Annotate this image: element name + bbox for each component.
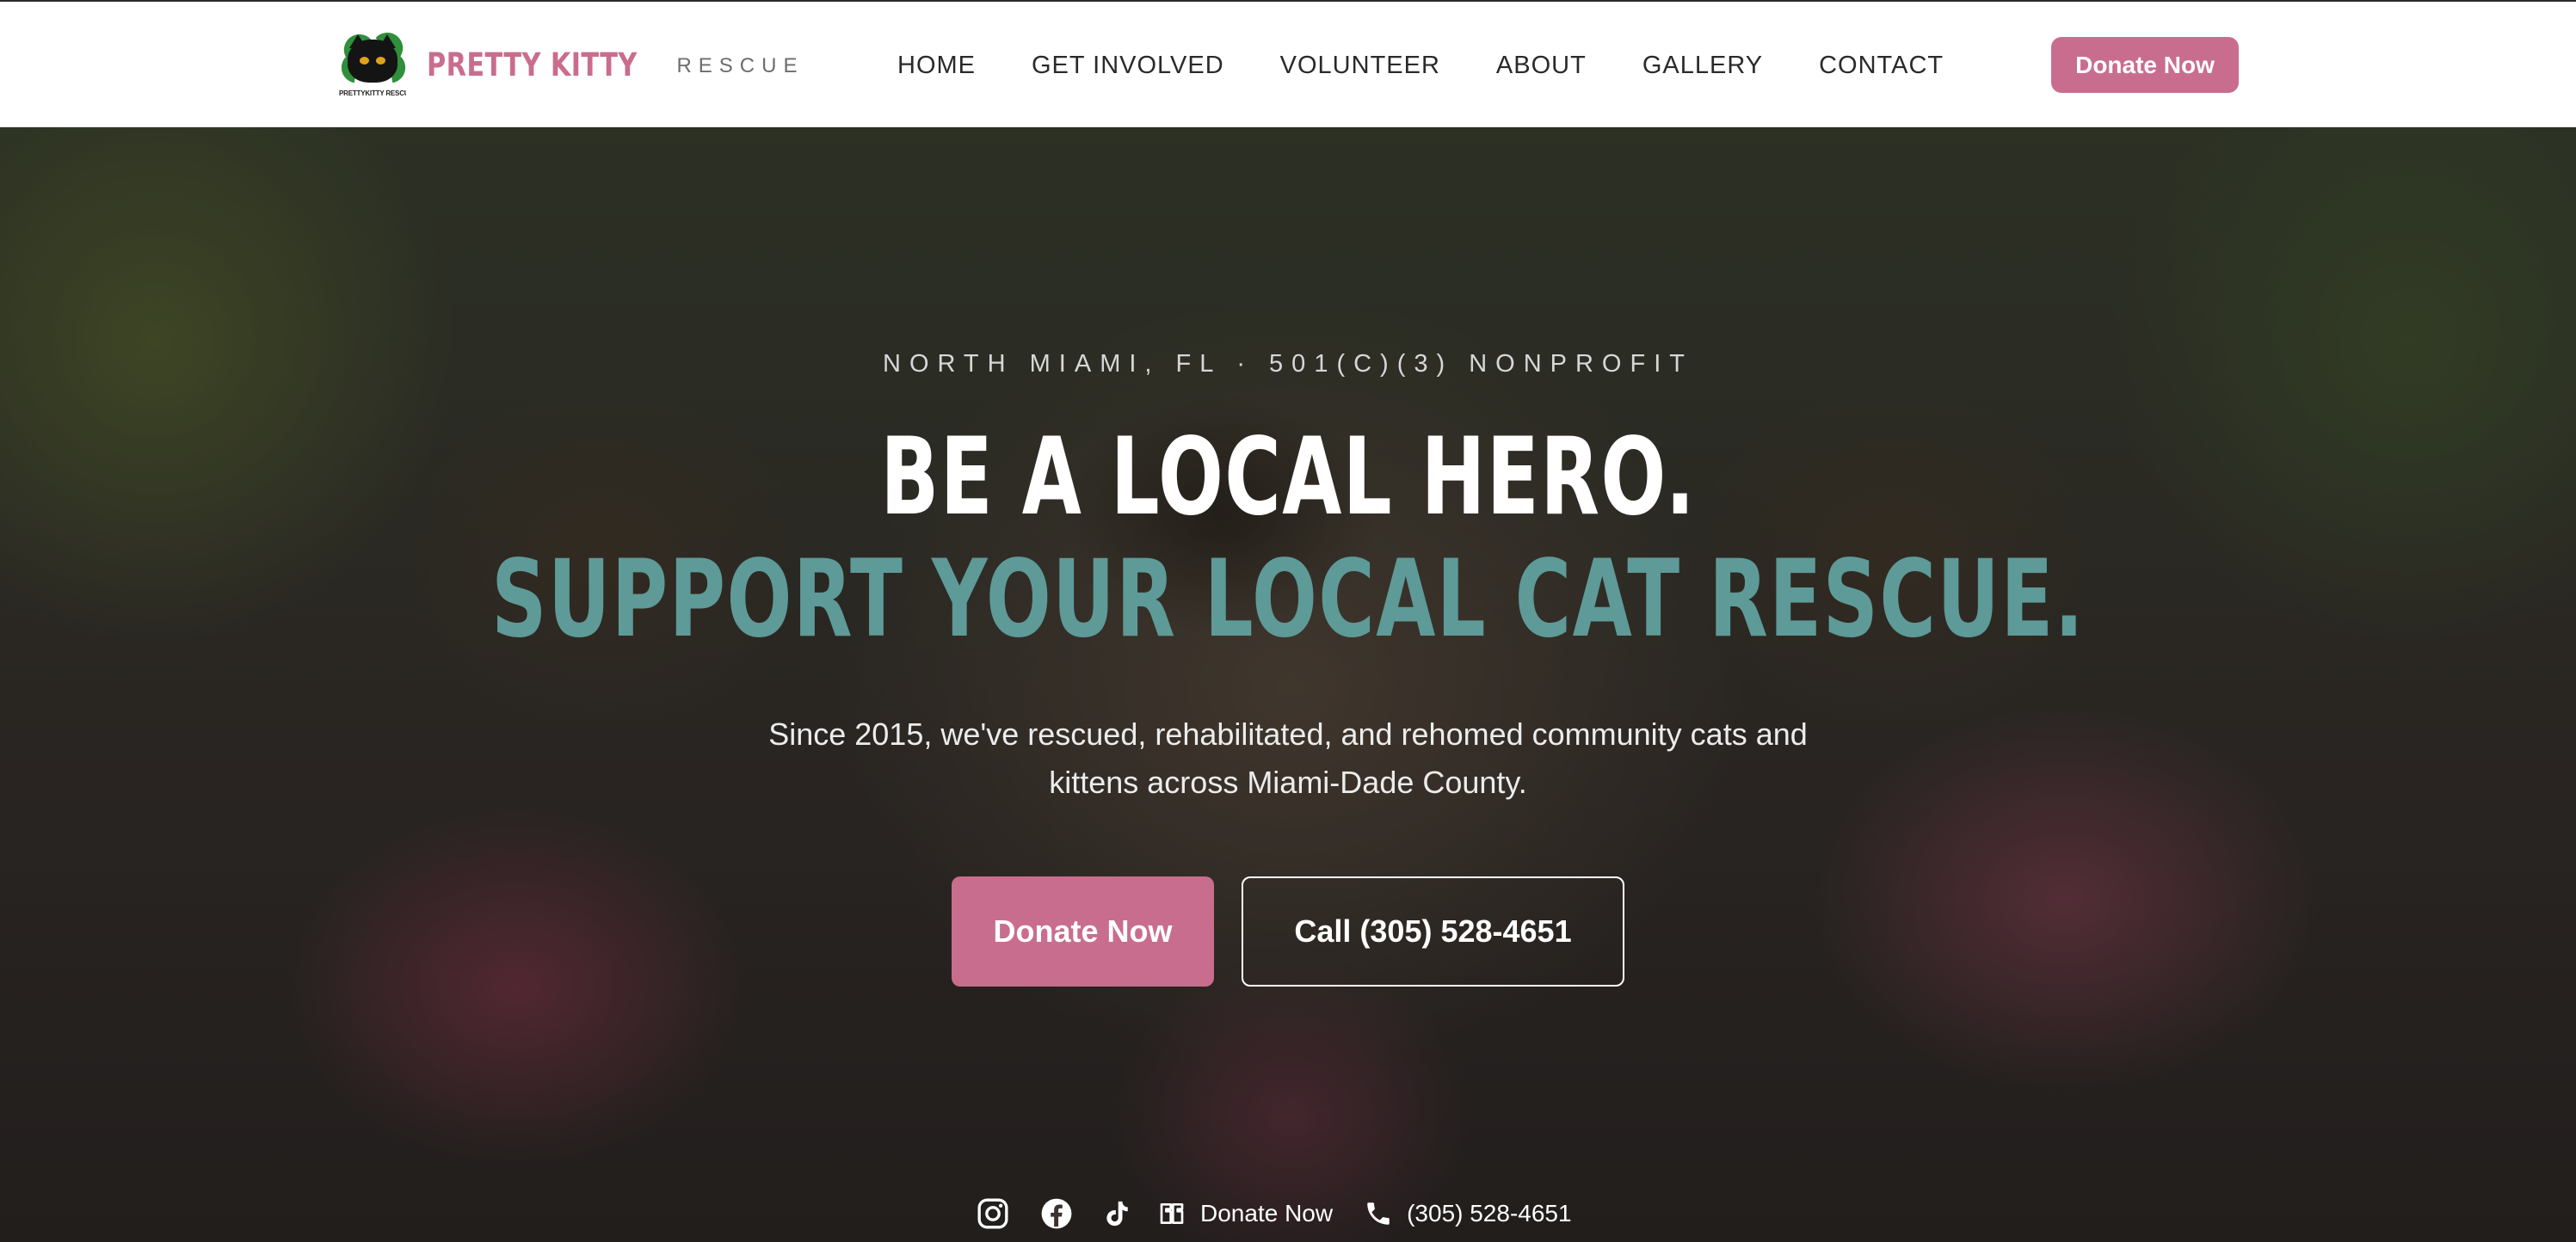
brand-name: PRETTY KITTY xyxy=(427,46,638,83)
facebook-icon[interactable] xyxy=(1038,1196,1075,1232)
main-nav: HOME GET INVOLVED VOLUNTEER ABOUT GALLER… xyxy=(897,48,1944,83)
hero-headline-line-2: SUPPORT YOUR LOCAL CAT RESCUE. xyxy=(0,544,2576,655)
footer-phone-label: (305) 528-4651 xyxy=(1407,1200,1572,1227)
hero-eyebrow: NORTH MIAMI, FL · 501(C)(3) NONPROFIT xyxy=(883,350,1693,378)
hero-section: NORTH MIAMI, FL · 501(C)(3) NONPROFIT BE… xyxy=(0,127,2576,1242)
tiktok-icon[interactable] xyxy=(1099,1196,1135,1232)
nav-get-involved[interactable]: GET INVOLVED xyxy=(1032,52,1224,80)
nav-home[interactable]: HOME xyxy=(897,52,976,80)
givebutter-icon xyxy=(1154,1196,1190,1232)
logo-caption: PRETTYKITTY RESCUE xyxy=(339,90,406,97)
nav-volunteer[interactable]: VOLUNTEER xyxy=(1280,52,1440,80)
footer-phone-link[interactable]: (305) 528-4651 xyxy=(1360,1196,1572,1232)
social-links: Donate Now (305) 528-4651 xyxy=(975,1194,1572,1233)
brand-subtitle: RESCUE xyxy=(676,54,804,77)
nav-contact[interactable]: CONTACT xyxy=(1819,52,1944,80)
brand[interactable]: PRETTYKITTY RESCUE PRETTY KITTY RESCUE xyxy=(337,28,804,101)
footer-donate-link[interactable]: Donate Now xyxy=(1154,1196,1333,1232)
hero-call-button[interactable]: Call (305) 528-4651 xyxy=(1242,876,1624,987)
site-header: PRETTYKITTY RESCUE PRETTY KITTY RESCUE H… xyxy=(0,0,2576,127)
header-donate-button[interactable]: Donate Now xyxy=(2051,37,2239,93)
footer-donate-label: Donate Now xyxy=(1200,1200,1334,1227)
hero-donate-button[interactable]: Donate Now xyxy=(952,876,1214,987)
hero-headline-line-1: BE A LOCAL HERO. xyxy=(0,421,2576,533)
hero-headline-line-2-text: SUPPORT YOUR LOCAL CAT RESCUE. xyxy=(491,538,2085,661)
hero-lead-text: Since 2015, we've rescued, rehabilitated… xyxy=(768,716,1808,800)
pretty-kitty-logo: PRETTYKITTY RESCUE xyxy=(337,29,408,100)
hero-headline-line-1-text: BE A LOCAL HERO. xyxy=(880,415,1696,539)
nav-gallery[interactable]: GALLERY xyxy=(1642,52,1763,80)
instagram-icon[interactable] xyxy=(975,1196,1011,1232)
nav-about[interactable]: ABOUT xyxy=(1496,52,1587,80)
hero-background-image xyxy=(0,127,2576,1242)
phone-icon xyxy=(1360,1196,1396,1232)
